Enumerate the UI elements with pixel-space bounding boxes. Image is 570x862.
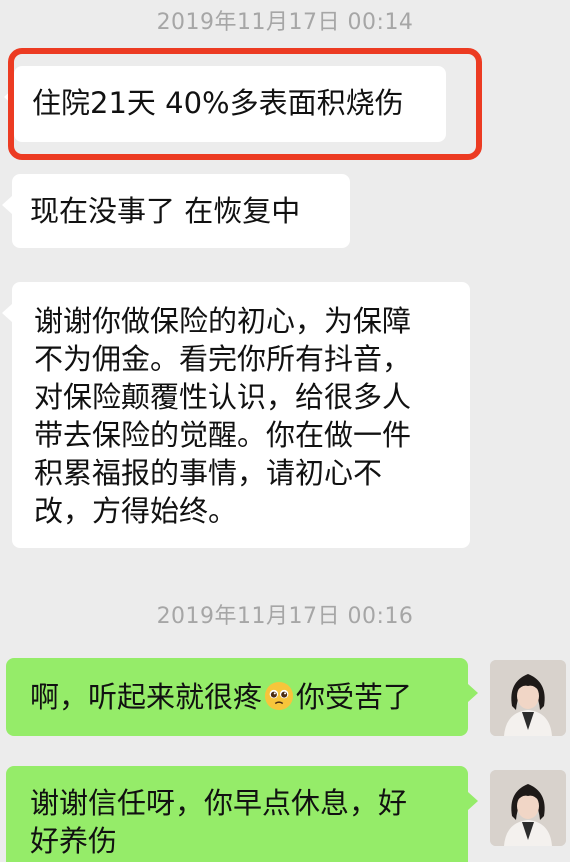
- incoming-message[interactable]: 谢谢你做保险的初心，为保障 不为佣金。看完你所有抖音， 对保险颠覆性认识，给很多…: [2, 282, 470, 548]
- chat-view: 2019年11月17日 00:14 住院21天 40%多表面积烧伤 现在没事了 …: [0, 0, 570, 862]
- message-line: 积累福报的事情，请初心不: [34, 456, 383, 490]
- pleading-face-icon: [264, 681, 294, 711]
- highlight-box: [8, 48, 482, 160]
- message-line: 改，方得始终。: [34, 494, 238, 528]
- message-line: 不为佣金。看完你所有抖音，: [34, 342, 412, 376]
- avatar[interactable]: [490, 770, 566, 846]
- timestamp: 2019年11月17日 00:14: [156, 10, 414, 35]
- outgoing-message[interactable]: 啊，听起来就很疼 你受苦了: [6, 658, 478, 736]
- outgoing-message[interactable]: 谢谢信任呀，你早点休息，好 好养伤: [6, 766, 478, 862]
- message-line: 谢谢信任呀，你早点休息，好: [30, 786, 408, 820]
- avatar[interactable]: [490, 660, 566, 736]
- message-text: 啊，听起来就很疼: [30, 680, 263, 714]
- incoming-message[interactable]: 现在没事了 在恢复中: [2, 174, 350, 248]
- message-line: 对保险颠覆性认识，给很多人: [34, 380, 412, 414]
- message-line: 好养伤: [30, 824, 118, 858]
- message-text: 现在没事了 在恢复中: [30, 194, 301, 228]
- message-text: 你受苦了: [296, 680, 413, 714]
- timestamp: 2019年11月17日 00:16: [156, 604, 414, 629]
- user-avatar-icon: [490, 660, 566, 736]
- message-line: 带去保险的觉醒。你在做一件: [34, 418, 412, 452]
- message-line: 谢谢你做保险的初心，为保障: [34, 304, 412, 338]
- user-avatar-icon: [490, 770, 566, 846]
